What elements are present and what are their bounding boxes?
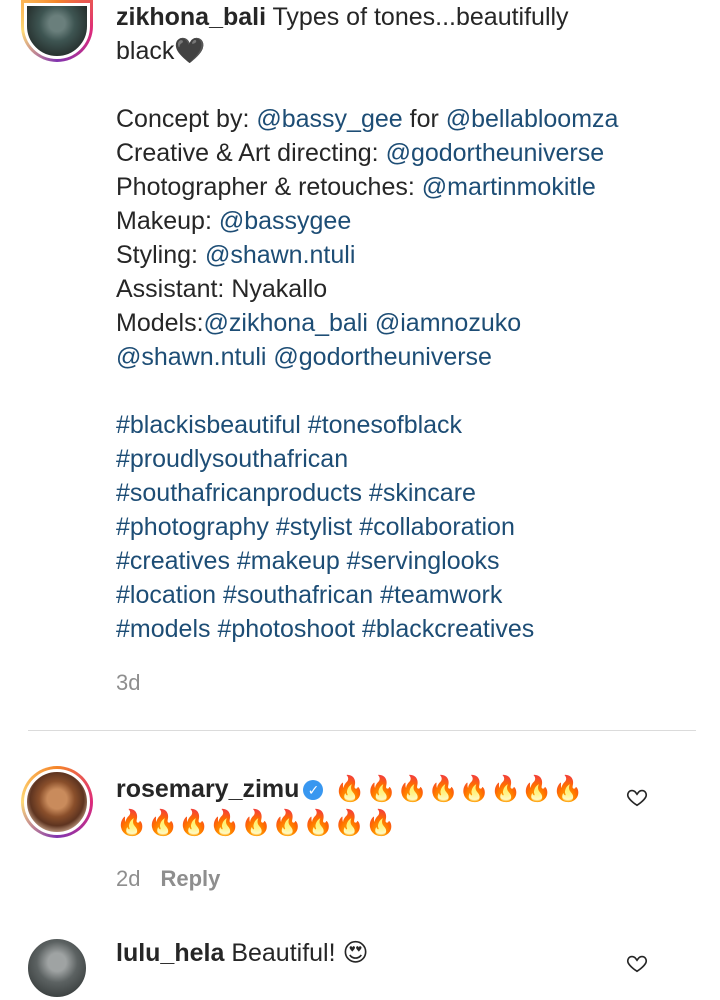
comment-timestamp: 2d (116, 866, 141, 891)
credit-photographer: Photographer & retouches: @martinmokitle (116, 170, 696, 204)
credit-creative: Creative & Art directing: @godortheunive… (116, 136, 696, 170)
comment-first-line: lulu_hela Beautiful! 😍 (116, 936, 616, 970)
post-timestamp: 3d (116, 670, 141, 695)
credit-label: Models: (116, 309, 204, 337)
hashtag-line[interactable]: #creatives #makeup #servinglooks (116, 544, 696, 578)
mention-link[interactable]: @shawn.ntuli @godortheuniverse (116, 343, 492, 371)
comment-first-line: rosemary_zimu ✓ 🔥🔥🔥🔥🔥🔥🔥🔥 (116, 772, 616, 806)
avatar-image (24, 769, 90, 835)
avatar-image (25, 936, 89, 1000)
reply-button[interactable]: Reply (160, 866, 220, 891)
mention-link[interactable]: @bassygee (219, 207, 351, 235)
post-author-username[interactable]: zikhona_bali (116, 3, 266, 31)
comment-item: lulu_hela Beautiful! 😍 (116, 936, 616, 970)
credit-text: for (402, 105, 446, 133)
credit-label: Makeup: (116, 207, 219, 235)
hashtag-line[interactable]: #location #southafrican #teamwork (116, 578, 696, 612)
heart-svg (626, 955, 648, 973)
heart-outline-icon[interactable] (626, 786, 648, 808)
caption-text: Types of tones...beautifully (266, 3, 569, 31)
caption-second-line: black🖤 (116, 34, 696, 68)
post-author-avatar[interactable] (21, 0, 93, 62)
credit-styling: Styling: @shawn.ntuli (116, 238, 696, 272)
caption-divider (28, 730, 696, 731)
comment-text: 🔥🔥🔥🔥🔥🔥🔥🔥 (334, 774, 584, 803)
credit-assistant: Assistant: Nyakallo (116, 275, 328, 303)
heart-svg (626, 789, 648, 807)
hashtag-line[interactable]: #southafricanproducts #skincare (116, 476, 696, 510)
credit-label: Concept by: (116, 105, 257, 133)
hashtag-line[interactable]: #blackisbeautiful #tonesofblack (116, 408, 696, 442)
mention-link[interactable]: @bellabloomza (446, 105, 619, 133)
credit-models-cont: @shawn.ntuli @godortheuniverse (116, 340, 696, 374)
mention-link[interactable]: @shawn.ntuli (205, 241, 355, 269)
mention-link[interactable]: @bassy_gee (256, 105, 402, 133)
caption-text-cont: black (116, 37, 175, 65)
verified-badge-icon: ✓ (303, 780, 324, 800)
caption-first-line: zikhona_bali Types of tones...beautifull… (116, 0, 696, 34)
credit-models: Models:@zikhona_bali @iamnozuko (116, 306, 696, 340)
credit-makeup: Makeup: @bassygee (116, 204, 696, 238)
credit-concept: Concept by: @bassy_gee for @bellabloomza (116, 102, 696, 136)
hashtag-line[interactable]: #proudlysouthafrican (116, 442, 696, 476)
comment-username[interactable]: rosemary_zimu (116, 775, 299, 803)
comment-meta: 2d Reply (116, 866, 220, 892)
post-caption: zikhona_bali Types of tones...beautifull… (116, 0, 696, 646)
comment-text-cont: 🔥🔥🔥🔥🔥🔥🔥🔥🔥 (116, 808, 397, 837)
comment-text: Beautiful! (224, 939, 343, 967)
commenter-avatar[interactable] (21, 766, 93, 838)
hashtag-line[interactable]: #photography #stylist #collaboration (116, 510, 696, 544)
heart-eyes-emoji-icon: 😍 (342, 938, 369, 967)
heart-outline-icon[interactable] (626, 952, 648, 974)
credit-label: Styling: (116, 241, 205, 269)
mention-link[interactable]: @godortheuniverse (386, 139, 605, 167)
comment-item: rosemary_zimu ✓ 🔥🔥🔥🔥🔥🔥🔥🔥 🔥🔥🔥🔥🔥🔥🔥🔥🔥 (116, 772, 616, 840)
mention-link[interactable]: @zikhona_bali @iamnozuko (204, 309, 522, 337)
avatar-image (24, 3, 90, 59)
credit-label: Creative & Art directing: (116, 139, 386, 167)
commenter-avatar[interactable] (25, 936, 89, 1000)
comment-username[interactable]: lulu_hela (116, 939, 224, 967)
credit-label: Photographer & retouches: (116, 173, 422, 201)
hashtag-line[interactable]: #models #photoshoot #blackcreatives (116, 612, 696, 646)
mention-link[interactable]: @martinmokitle (422, 173, 596, 201)
black-heart-icon: 🖤 (174, 36, 206, 65)
